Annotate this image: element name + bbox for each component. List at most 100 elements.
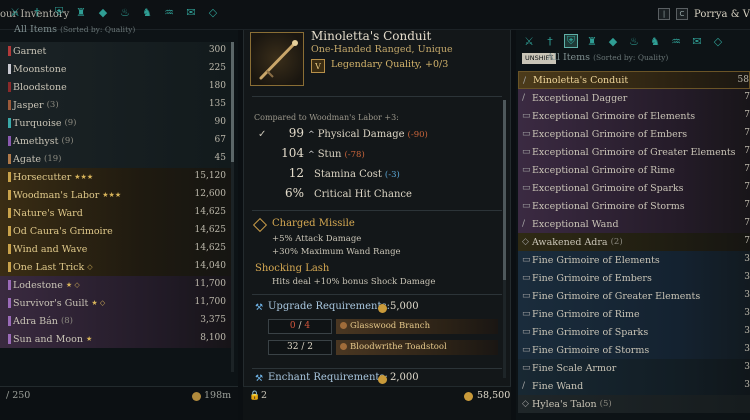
right-item-list: / Minoletta's Conduit 58 / Exceptional Dagge…: [518, 71, 750, 413]
item-value: 180: [208, 81, 226, 91]
gem-icon[interactable]: ◆: [96, 5, 110, 19]
item-value: 11,700: [194, 279, 227, 289]
horse-icon[interactable]: ♞: [648, 34, 662, 48]
inventory-capacity: / 250: [6, 390, 31, 401]
stat-value: 12: [288, 166, 304, 180]
misc-icon[interactable]: ◇: [206, 5, 220, 19]
list-item[interactable]: ▭ Fine Grimoire of Rime 3: [518, 305, 750, 323]
shield-icon[interactable]: ⛨: [564, 34, 578, 48]
list-item[interactable]: ▭ Exceptional Grimoire of Rime 7: [518, 161, 750, 179]
shield-icon[interactable]: ⛨: [52, 5, 66, 19]
list-item[interactable]: Od Caura's Grimoire 14,625: [0, 222, 234, 240]
item-type-icon: ▭: [522, 255, 531, 265]
item-value: 11,700: [194, 297, 227, 307]
list-item[interactable]: Amethyst (9) 67: [0, 132, 234, 150]
list-item[interactable]: One Last Trick ◇ 14,040: [0, 258, 234, 276]
quest-icon[interactable]: ✉: [690, 34, 704, 48]
character-name[interactable]: Porrya & V: [694, 9, 750, 20]
list-item[interactable]: Sun and Moon ★ 8,100: [0, 330, 234, 348]
coin-icon: [378, 304, 387, 313]
item-name: Fine Wand: [532, 380, 584, 392]
list-item[interactable]: Survivor's Guilt ★ ◇ 11,700: [0, 294, 234, 312]
left-filter-name: All Items: [14, 24, 58, 35]
armor-icon[interactable]: ♜: [74, 5, 88, 19]
quest-icon[interactable]: ✉: [184, 5, 198, 19]
list-item[interactable]: Agate (19) 45: [0, 150, 234, 168]
compare-label: Compared to Woodman's Labor +3:: [254, 113, 399, 122]
stat-stun: 104 ^ Stun (-78): [258, 146, 365, 162]
list-item[interactable]: Nature's Ward 14,625: [0, 204, 234, 222]
list-item[interactable]: ▭ Exceptional Grimoire of Greater Element…: [518, 143, 750, 161]
list-item[interactable]: / Minoletta's Conduit 58: [518, 71, 750, 89]
divider: [252, 96, 502, 97]
list-item[interactable]: ▭ Exceptional Grimoire of Embers 7: [518, 125, 750, 143]
list-item[interactable]: Lodestone ★ ◇ 11,700: [0, 276, 234, 294]
item-value: 7: [744, 110, 750, 120]
list-item[interactable]: ▭ Fine Grimoire of Sparks 3: [518, 323, 750, 341]
item-name: Moonstone: [13, 63, 67, 75]
list-item[interactable]: ▭ Fine Grimoire of Embers 3: [518, 269, 750, 287]
list-item[interactable]: Jasper (3) 135: [0, 96, 234, 114]
potion-icon[interactable]: ♨: [118, 5, 132, 19]
list-item[interactable]: / Exceptional Dagger 7: [518, 89, 750, 107]
increase-arrow-icon: ^: [308, 130, 315, 139]
list-item[interactable]: ◇ Hylea's Talon (5): [518, 395, 750, 413]
character-switcher[interactable]: | C Porrya & V: [658, 8, 750, 20]
stat-physical-damage: ✓ 99 ^ Physical Damage (-90): [258, 126, 428, 142]
item-value: 7: [744, 128, 750, 138]
item-type-icon: ▭: [522, 183, 531, 193]
armor-icon[interactable]: ♜: [585, 34, 599, 48]
weapon-icon[interactable]: †: [30, 5, 44, 19]
item-value: 3,375: [200, 315, 226, 325]
item-name: Agate: [13, 153, 42, 165]
left-scrollbar-thumb[interactable]: [231, 42, 234, 162]
divider: [252, 294, 502, 295]
material-name-bar: Bloodwrithe Toadstool: [336, 340, 498, 355]
list-item[interactable]: Bloodstone 180: [0, 78, 234, 96]
list-item[interactable]: / Fine Wand 3: [518, 377, 750, 395]
misc-icon[interactable]: ◇: [711, 34, 725, 48]
potion-icon[interactable]: ♨: [627, 34, 641, 48]
list-item[interactable]: ▭ Fine Scale Armor 3: [518, 359, 750, 377]
item-type-icon: ▭: [522, 309, 531, 319]
list-item[interactable]: / Exceptional Wand 7: [518, 215, 750, 233]
item-type-icon: ▭: [522, 201, 531, 211]
list-item[interactable]: Woodman's Labor ★★★ 12,600: [0, 186, 234, 204]
item-type-icon: /: [522, 381, 526, 391]
item-name: Fine Grimoire of Embers: [532, 272, 652, 284]
stat-delta: (-3): [384, 170, 400, 180]
lamp-icon[interactable]: ♒: [669, 34, 683, 48]
list-item[interactable]: Wind and Wave 14,625: [0, 240, 234, 258]
item-type-icon: /: [522, 219, 526, 229]
list-item[interactable]: ▭ Fine Grimoire of Storms 3: [518, 341, 750, 359]
list-item[interactable]: ◇ Awakened Adra (2) 7: [518, 233, 750, 251]
list-item[interactable]: Adra Bán (8) 3,375: [0, 312, 234, 330]
rarity-marker: [8, 244, 11, 254]
all-items-icon[interactable]: ⚔: [522, 34, 536, 48]
right-filter-label: All Items (Sorted by: Quality): [547, 52, 668, 63]
list-item[interactable]: Horsecutter ★★★ 15,120: [0, 168, 234, 186]
list-item[interactable]: Moonstone 225: [0, 60, 234, 78]
list-item[interactable]: Turquoise (9) 90: [0, 114, 234, 132]
tooltip-scrollbar-thumb[interactable]: [503, 100, 506, 280]
gem-icon[interactable]: ◆: [606, 34, 620, 48]
all-items-icon[interactable]: ⚔: [8, 5, 22, 19]
list-item[interactable]: ▭ Fine Grimoire of Elements 3: [518, 251, 750, 269]
item-name: Wind and Wave: [13, 243, 88, 255]
item-name: Amethyst: [13, 135, 59, 147]
list-item[interactable]: ▭ Exceptional Grimoire of Sparks 7: [518, 179, 750, 197]
check-icon: ✓: [258, 129, 267, 140]
material-name: Glasswood Branch: [350, 321, 431, 331]
horse-icon[interactable]: ♞: [140, 5, 154, 19]
wand-icon: [259, 40, 298, 80]
stat-crit-chance: 6% Critical Hit Chance: [258, 186, 412, 202]
rarity-marker: [8, 118, 11, 128]
list-item[interactable]: Garnet 300: [0, 42, 234, 60]
list-item[interactable]: ▭ Fine Grimoire of Greater Elements 3: [518, 287, 750, 305]
item-name: Adra Bán: [13, 315, 58, 327]
item-name: Hylea's Talon: [532, 398, 597, 410]
lamp-icon[interactable]: ♒: [162, 5, 176, 19]
weapon-icon[interactable]: †: [543, 34, 557, 48]
list-item[interactable]: ▭ Exceptional Grimoire of Elements 7: [518, 107, 750, 125]
list-item[interactable]: ▭ Exceptional Grimoire of Storms 7: [518, 197, 750, 215]
